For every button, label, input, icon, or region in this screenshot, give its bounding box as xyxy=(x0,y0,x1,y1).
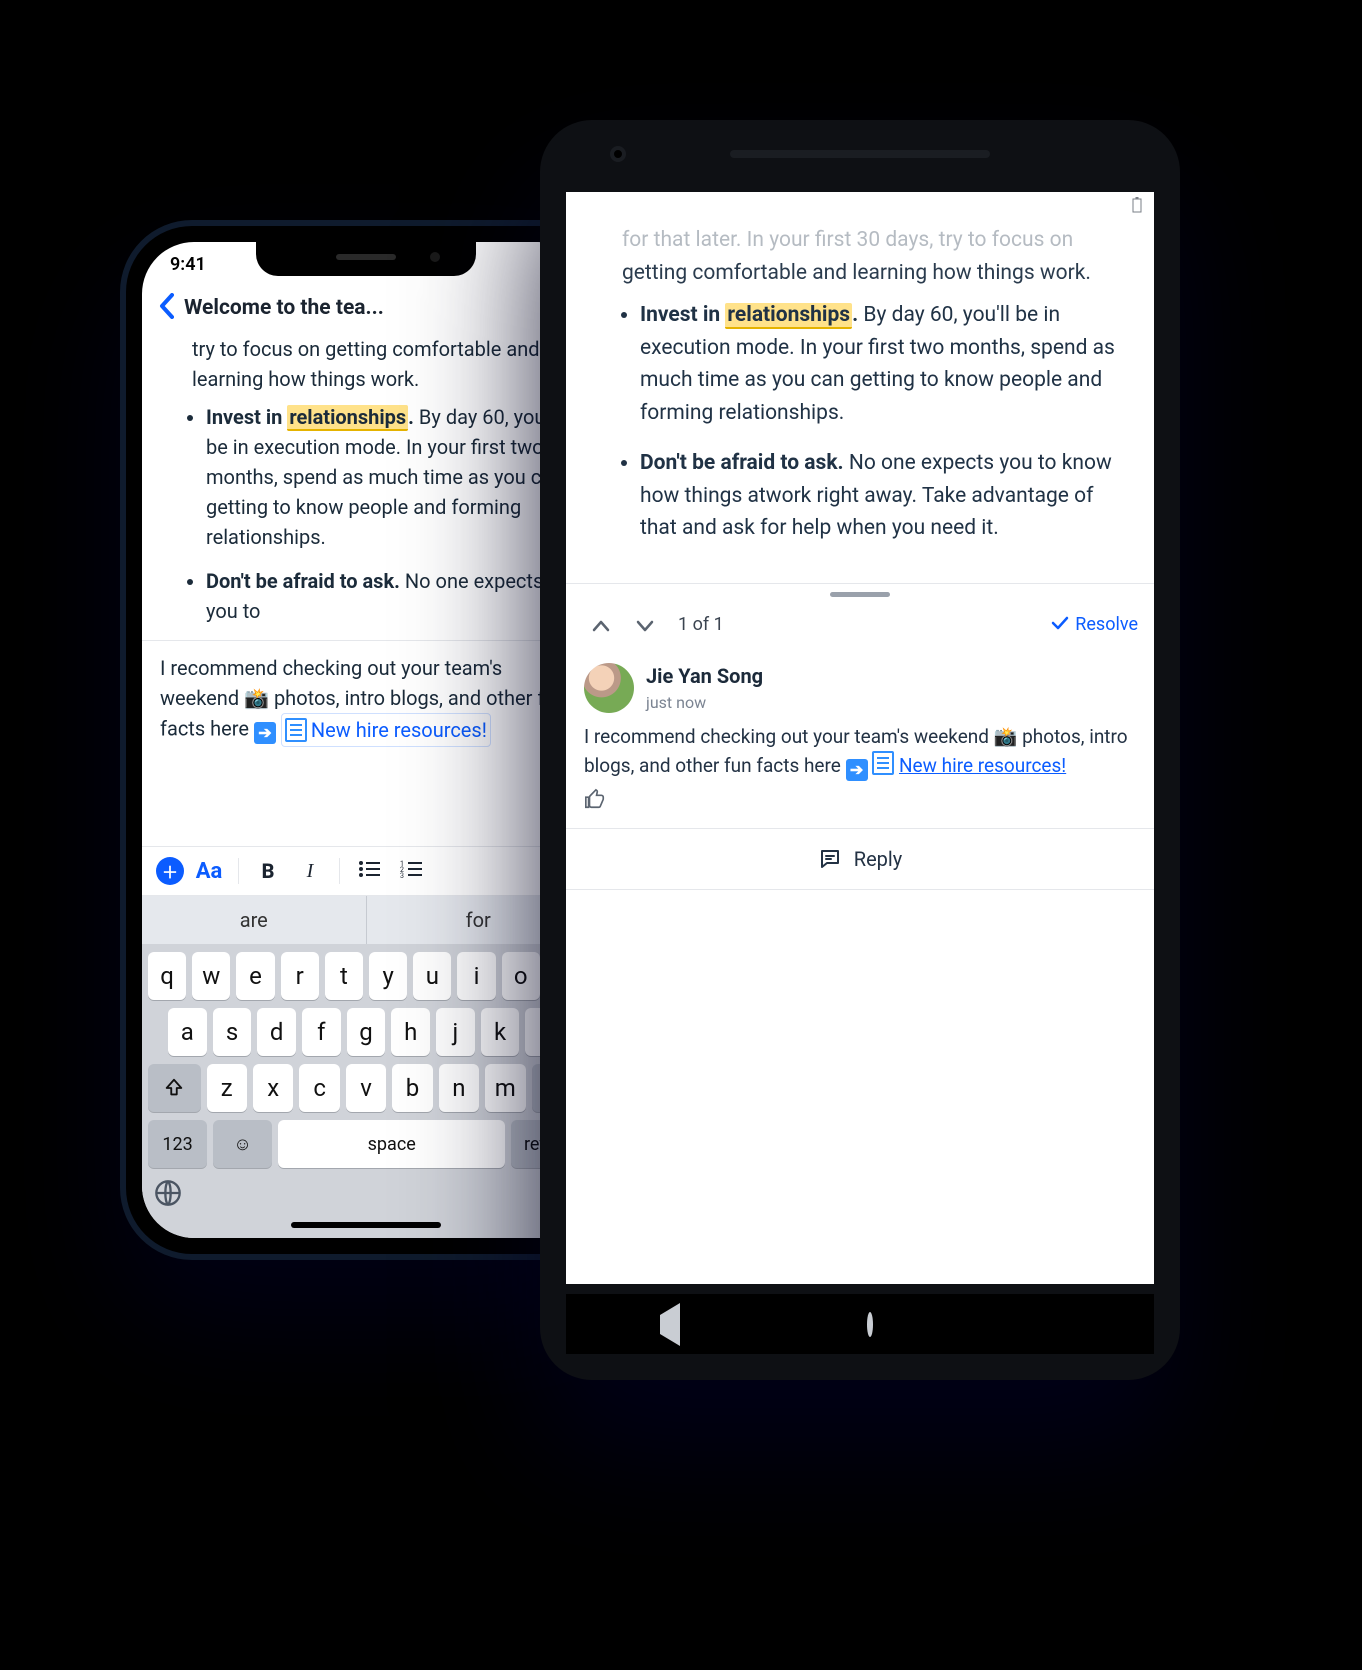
text-style-button[interactable]: Aa xyxy=(192,859,226,884)
numbered-list-button[interactable]: 123 xyxy=(394,859,428,883)
doc-bullet: Don't be afraid to ask. No one expects y… xyxy=(206,566,572,626)
letter-key[interactable]: s xyxy=(213,1008,252,1056)
bold-button[interactable]: B xyxy=(251,859,285,883)
letter-key[interactable]: x xyxy=(253,1064,293,1112)
letter-key[interactable]: w xyxy=(192,952,230,1000)
letter-key[interactable]: i xyxy=(457,952,495,1000)
camera-emoji-icon: 📸 xyxy=(244,686,269,710)
page-title: Welcome to the tea... xyxy=(184,296,542,320)
android-document-body[interactable]: for that later. In your first 30 days, t… xyxy=(566,218,1154,583)
insert-plus-button[interactable]: ＋ xyxy=(156,857,184,885)
highlighted-text: relationships xyxy=(725,303,852,329)
ios-document-body[interactable]: try to focus on getting comfortable and … xyxy=(142,334,590,848)
android-home-button[interactable] xyxy=(867,1315,873,1334)
android-device-frame: for that later. In your first 30 days, t… xyxy=(540,120,1180,1380)
doc-bullet: Don't be afraid to ask. No one expects y… xyxy=(640,447,1130,545)
letter-key[interactable]: n xyxy=(439,1064,479,1112)
doc-bullet: Invest in relationships. By day 60, you'… xyxy=(206,402,572,552)
comment-bottom-sheet: 1 of 1 Resolve Jie Yan Song just now xyxy=(566,583,1154,891)
numeric-key[interactable]: 123 xyxy=(148,1120,207,1168)
doc-paragraph: for that later. In your first 30 days, t… xyxy=(590,224,1130,289)
iphone-device-frame: 9:41 Welcome to the tea... try to focus … xyxy=(120,220,612,1260)
italic-button[interactable]: I xyxy=(293,860,327,883)
shift-key[interactable] xyxy=(148,1064,201,1112)
comment-counter: 1 of 1 xyxy=(678,614,724,635)
page-icon xyxy=(285,718,307,742)
android-back-button[interactable] xyxy=(660,1315,680,1334)
android-nav-bar xyxy=(566,1294,1154,1354)
doc-paragraph: try to focus on getting comfortable and … xyxy=(160,334,572,394)
svg-text:3: 3 xyxy=(400,872,404,878)
ios-page-header: Welcome to the tea... xyxy=(142,286,590,330)
letter-key[interactable]: r xyxy=(281,952,319,1000)
letter-key[interactable]: d xyxy=(257,1008,296,1056)
prev-comment-button[interactable] xyxy=(582,607,620,643)
home-indicator[interactable] xyxy=(291,1222,441,1228)
sheet-drag-handle[interactable] xyxy=(830,592,890,597)
ios-status-time: 9:41 xyxy=(170,254,206,275)
letter-key[interactable]: t xyxy=(325,952,363,1000)
iphone-notch xyxy=(256,242,476,276)
letter-key[interactable]: e xyxy=(236,952,274,1000)
letter-key[interactable]: f xyxy=(302,1008,341,1056)
arrow-right-emoji-icon: ➔ xyxy=(846,759,868,781)
letter-key[interactable]: h xyxy=(391,1008,430,1056)
globe-icon[interactable] xyxy=(154,1179,184,1209)
arrow-right-emoji-icon: ➔ xyxy=(254,722,276,744)
ios-format-toolbar: ＋ Aa B I 123 xyxy=(142,846,590,896)
letter-key[interactable]: q xyxy=(148,952,186,1000)
letter-key[interactable]: g xyxy=(347,1008,386,1056)
letter-key[interactable]: m xyxy=(485,1064,525,1112)
ios-keyboard[interactable]: are for qwertyuiop asdfghjkl zxcvbnm 123 xyxy=(142,896,590,1238)
letter-key[interactable]: c xyxy=(299,1064,339,1112)
android-screen: for that later. In your first 30 days, t… xyxy=(566,192,1154,1284)
letter-key[interactable]: k xyxy=(481,1008,520,1056)
resolve-button[interactable]: Resolve xyxy=(1051,614,1138,635)
page-icon xyxy=(872,751,894,775)
comment-body: I recommend checking out your team's wee… xyxy=(584,723,1136,782)
comment-timestamp: just now xyxy=(646,691,763,715)
comment-author: Jie Yan Song xyxy=(646,661,763,691)
bullet-list-button[interactable] xyxy=(352,859,386,883)
check-icon xyxy=(1051,614,1069,635)
next-comment-button[interactable] xyxy=(626,607,664,643)
doc-paragraph: I recommend checking out your team's wee… xyxy=(160,653,572,747)
letter-key[interactable]: v xyxy=(346,1064,386,1112)
highlighted-text: relationships xyxy=(287,405,408,431)
letter-key[interactable]: o xyxy=(502,952,540,1000)
camera-emoji-icon: 📸 xyxy=(994,725,1018,748)
letter-key[interactable]: z xyxy=(207,1064,247,1112)
reply-button[interactable]: Reply xyxy=(566,828,1154,890)
comment-item: Jie Yan Song just now I recommend checki… xyxy=(566,649,1154,829)
letter-key[interactable]: a xyxy=(168,1008,207,1056)
space-key[interactable]: space xyxy=(278,1120,505,1168)
emoji-key[interactable]: ☺ xyxy=(213,1120,272,1168)
letter-key[interactable]: u xyxy=(413,952,451,1000)
avatar xyxy=(584,663,634,713)
letter-key[interactable]: b xyxy=(392,1064,432,1112)
android-status-bar xyxy=(566,192,1154,218)
android-hardware-top xyxy=(540,146,1180,162)
doc-bullet: Invest in relationships. By day 60, you'… xyxy=(640,299,1130,429)
ios-screen: 9:41 Welcome to the tea... try to focus … xyxy=(142,242,590,1238)
letter-key[interactable]: y xyxy=(369,952,407,1000)
like-button[interactable] xyxy=(584,787,1136,820)
keyboard-prediction[interactable]: are xyxy=(142,896,366,944)
battery-icon xyxy=(1132,197,1142,213)
inline-doc-link[interactable]: New hire resources! xyxy=(281,713,491,747)
letter-key[interactable]: j xyxy=(436,1008,475,1056)
reply-icon xyxy=(818,847,842,871)
comment-link[interactable]: New hire resources! xyxy=(899,754,1066,777)
back-chevron-icon[interactable] xyxy=(158,293,174,324)
